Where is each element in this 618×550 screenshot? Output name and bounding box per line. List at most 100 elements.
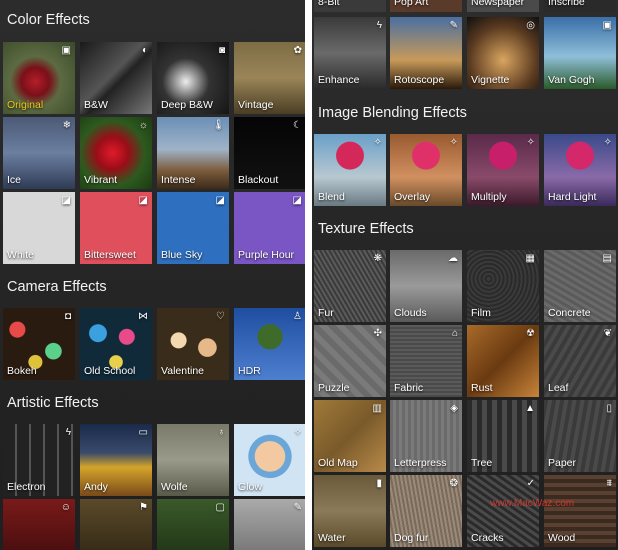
effect-tile-unlabeled-4[interactable]: ☺ [3,499,75,550]
effect-tile-old-school[interactable]: ⋈ Old School [80,308,152,380]
effect-tile-clouds[interactable]: ☁ Clouds [390,250,462,322]
effect-label: Overlay [394,191,431,203]
effect-tile-unlabeled-6[interactable]: ▢ [157,499,229,550]
effect-label: Enhance [318,74,360,86]
effect-tile-hdr[interactable]: ♙ HDR [234,308,305,380]
effect-label: Paper [548,457,577,469]
bottle-icon: ▮ [376,478,382,489]
effect-label: Cracks [471,532,504,544]
effect-label: Tree [471,457,493,469]
effect-tile-overlay[interactable]: ✧ Overlay [390,134,462,206]
car-icon: ▭ [138,427,148,438]
effect-tile-glow[interactable]: ✧ Glow [234,424,305,496]
paint-bucket-icon: ◪ [138,195,148,206]
effect-tile-multiply[interactable]: ✧ Multiply [467,134,539,206]
effect-tile-unlabeled-7[interactable]: ✎ [234,499,305,550]
effect-tile-puzzle[interactable]: ✣ Puzzle [314,325,386,397]
effect-label: Glow [238,481,262,493]
effect-tile-bokeh[interactable]: ◘ Bokeh [3,308,75,380]
effect-tile-valentine[interactable]: ♡ Valentine [157,308,229,380]
cloud-icon: ☁ [448,253,458,264]
pencil-icon: ✎ [449,20,458,31]
effect-tile-blend[interactable]: ✧ Blend [314,134,386,206]
frame-icon: ▣ [602,20,612,31]
effect-label: Andy [84,481,108,493]
effect-tile-hard-light[interactable]: ✧ Hard Light [544,134,616,206]
effect-tile-dog-fur[interactable]: ❂ Dog fur [390,475,462,547]
check-icon: ✓ [526,478,535,489]
effect-tile-vignette[interactable]: ◎ Vignette [467,17,539,89]
effect-tile-blackout[interactable]: ☾ Blackout [234,117,305,189]
smiley-icon: ☺ [60,502,71,513]
effect-tile-rotoscope[interactable]: ✎ Rotoscope [390,17,462,89]
wand-icon: ✧ [373,137,382,148]
effect-tile-film[interactable]: ▦ Film [467,250,539,322]
wand-icon: ✧ [603,137,612,148]
paint-bucket-icon: ◪ [292,195,302,206]
effect-tile-blue-sky[interactable]: ◪ Blue Sky [157,192,229,264]
effect-tile-original[interactable]: ▣ Original [3,42,75,114]
wand-icon: ✧ [449,137,458,148]
effect-label: Puzzle [318,382,350,394]
effect-tile-letterpress[interactable]: ◈ Letterpress [390,400,462,472]
effect-tile-old-map[interactable]: ▥ Old Map [314,400,386,472]
effect-tile-leaf[interactable]: ❦ Leaf [544,325,616,397]
effect-label: Blend [318,191,345,203]
effect-tile-van-gogh[interactable]: ▣ Van Gogh [544,17,616,89]
target-icon: ◎ [526,20,535,31]
effect-tile-inscribe[interactable]: Inscribe [544,0,616,12]
effect-label: Electron [7,481,46,493]
iron-icon: ⌂ [451,328,458,339]
snowflake-icon: ❄ [62,120,71,131]
effect-tile-b-w[interactable]: ◐ B&W [80,42,152,114]
effect-tile-white[interactable]: ◪ White [3,192,75,264]
effect-tile-paper[interactable]: ▯ Paper [544,400,616,472]
effect-label: Wolfe [161,481,188,493]
right-effects-panel[interactable]: 8-Bit Pop Art Newspaper Inscribe ϟ Enhance ✎ Ro… [312,0,618,550]
effect-label: Film [471,307,491,319]
effect-tile-enhance[interactable]: ϟ Enhance [314,17,386,89]
effect-label: Van Gogh [548,74,595,86]
effect-tile-rust[interactable]: ☢ Rust [467,325,539,397]
effect-label: Vibrant [84,174,118,186]
effect-label: Clouds [394,307,427,319]
effect-tile-wood[interactable]: ⩩ Wood [544,475,616,547]
effect-tile-purple-hour[interactable]: ◪ Purple Hour [234,192,305,264]
image-icon: ▣ [61,45,71,56]
effect-tile-wolfe[interactable]: ♁ Wolfe [157,424,229,496]
section-title: Artistic Effects [7,395,99,411]
effect-tile-tree[interactable]: ▲ Tree [467,400,539,472]
radiation-icon: ☢ [526,328,535,339]
effect-tile-ice[interactable]: ❄ Ice [3,117,75,189]
effect-label: 8-Bit [318,0,340,8]
effect-tile-newspaper[interactable]: Newspaper [467,0,539,12]
effect-label: Blue Sky [161,249,203,261]
effect-tile-intense[interactable]: 🌡 Intense [157,117,229,189]
effect-tile-fur[interactable]: ❋ Fur [314,250,386,322]
lightning-icon: ϟ [376,20,382,31]
effect-tile-deep-b-w[interactable]: ◙ Deep B&W [157,42,229,114]
lightning-icon: ϟ [65,427,71,438]
effect-tile-vibrant[interactable]: ☼ Vibrant [80,117,152,189]
effect-tile-concrete[interactable]: ▤ Concrete [544,250,616,322]
effect-tile-8-bit[interactable]: 8-Bit [314,0,386,12]
effect-label: Bittersweet [84,249,136,261]
half-circle-icon: ◐ [141,45,148,56]
effect-tile-cracks[interactable]: ✓ Cracks [467,475,539,547]
effect-tile-water[interactable]: ▮ Water [314,475,386,547]
effect-tile-vintage[interactable]: ✿ Vintage [234,42,305,114]
section-title: Color Effects [7,12,90,28]
effect-tile-electron[interactable]: ϟ Electron [3,424,75,496]
left-effects-panel[interactable]: Color Effects ▣ Original ◐ B&W ◙ Deep B&W ✿ Vint… [0,0,305,550]
effect-label: Pop Art [394,0,429,8]
fence-icon: ⩩ [606,478,612,489]
effect-tile-unlabeled-5[interactable]: ⚑ [80,499,152,550]
effect-tile-pop-art[interactable]: Pop Art [390,0,462,12]
effect-tile-bittersweet[interactable]: ◪ Bittersweet [80,192,152,264]
pencil-icon: ✎ [293,502,302,513]
section-title: Texture Effects [318,221,414,237]
effect-tile-andy[interactable]: ▭ Andy [80,424,152,496]
sun-icon: ☼ [138,120,148,131]
effect-tile-fabric[interactable]: ⌂ Fabric [390,325,462,397]
toolbox-icon: ▤ [602,253,612,264]
